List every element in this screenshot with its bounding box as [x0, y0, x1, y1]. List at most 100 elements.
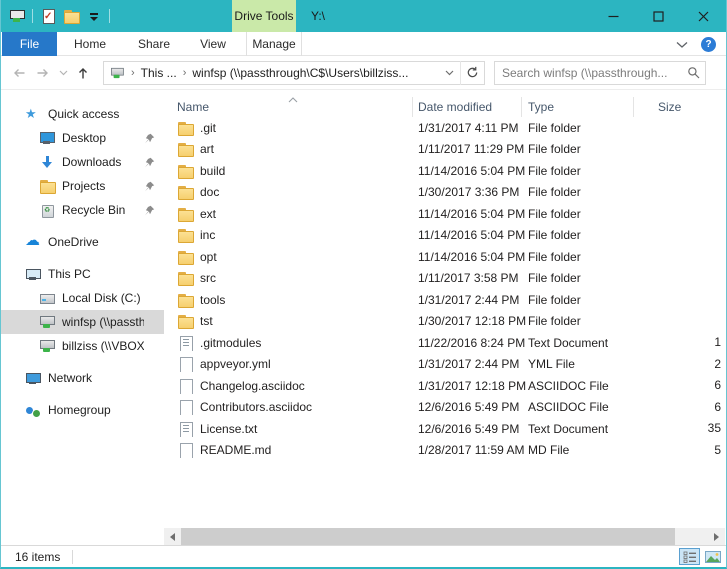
status-separator: [72, 550, 73, 564]
sidebar-item[interactable]: OneDrive: [1, 230, 164, 254]
ribbon-tab[interactable]: Share: [131, 32, 177, 56]
sidebar-item[interactable]: This PC: [1, 262, 164, 286]
up-button[interactable]: [71, 61, 95, 85]
maximize-button[interactable]: [636, 0, 681, 32]
file-list-pane: Name Date modified Type Size .git 1/31/2…: [164, 90, 726, 545]
sidebar-item[interactable]: Network: [1, 366, 164, 390]
sidebar-item[interactable]: Projects: [1, 174, 164, 198]
file-row[interactable]: build 11/14/2016 5:04 PM File folder: [164, 160, 726, 182]
back-button[interactable]: [7, 61, 31, 85]
file-name: art: [200, 142, 214, 156]
forward-button[interactable]: [31, 61, 55, 85]
expand-ribbon-chevron-icon[interactable]: [676, 41, 688, 48]
file-row[interactable]: License.txt 12/6/2016 5:49 PM Text Docum…: [164, 418, 726, 440]
file-type: MD File: [522, 443, 634, 457]
ribbon-tab[interactable]: Home: [67, 32, 113, 56]
breadcrumb-separator-icon: [177, 67, 193, 79]
file-name-cell: appveyor.yml: [164, 356, 413, 372]
file-row[interactable]: README.md 1/28/2017 11:59 AM MD File 5: [164, 440, 726, 462]
file-row[interactable]: tst 1/30/2017 12:18 PM File folder: [164, 311, 726, 333]
sidebar-item[interactable]: Downloads: [1, 150, 164, 174]
sidebar-item[interactable]: billziss (\\VBOXSVR): [1, 334, 164, 358]
sidebar-item[interactable]: Recycle Bin: [1, 198, 164, 222]
file-type-icon: [177, 335, 193, 351]
forward-arrow-icon: [35, 65, 51, 81]
recent-locations-button[interactable]: [55, 61, 71, 85]
sidebar-item[interactable]: winfsp (\\passthrou: [1, 310, 164, 334]
column-header-row: Name Date modified Type Size: [164, 90, 726, 117]
file-row[interactable]: src 1/11/2017 3:58 PM File folder: [164, 268, 726, 290]
file-date-modified: 12/6/2016 5:49 PM: [413, 400, 522, 414]
column-header-type[interactable]: Type: [522, 97, 634, 117]
window-controls: [591, 0, 726, 32]
sidebar-item[interactable]: Homegroup: [1, 398, 164, 422]
file-type-icon: [177, 120, 193, 136]
file-name: Contributors.asciidoc: [200, 400, 312, 414]
file-row[interactable]: appveyor.yml 1/31/2017 2:44 PM YML File …: [164, 354, 726, 376]
ribbon-right-controls: ?: [676, 33, 716, 55]
new-folder-icon[interactable]: [63, 8, 79, 24]
file-row[interactable]: ext 11/14/2016 5:04 PM File folder: [164, 203, 726, 225]
breadcrumb-root[interactable]: This ...: [141, 66, 177, 80]
file-row[interactable]: .git 1/31/2017 4:11 PM File folder: [164, 117, 726, 139]
search-input[interactable]: Search winfsp (\\passthrough...: [495, 66, 681, 80]
file-type-icon: [177, 313, 193, 329]
ribbon-tab-label: Home: [74, 37, 106, 51]
scroll-left-button[interactable]: [164, 528, 181, 545]
file-type-icon: [177, 270, 193, 286]
file-row[interactable]: art 1/11/2017 11:29 PM File folder: [164, 139, 726, 161]
column-header-date-modified[interactable]: Date modified: [413, 97, 522, 117]
file-name-cell: tools: [164, 292, 413, 308]
sidebar-item-label: Projects: [62, 179, 144, 193]
close-button[interactable]: [681, 0, 726, 32]
sidebar-item[interactable]: Desktop: [1, 126, 164, 150]
file-name-cell: src: [164, 270, 413, 286]
file-date-modified: 1/31/2017 4:11 PM: [413, 121, 522, 135]
file-row[interactable]: tools 1/31/2017 2:44 PM File folder: [164, 289, 726, 311]
contextual-tab-group-drive-tools[interactable]: Drive Tools: [232, 0, 296, 32]
ribbon-tab[interactable]: View: [192, 32, 234, 56]
file-name: appveyor.yml: [200, 357, 271, 371]
thumbnails-view-button[interactable]: [702, 548, 723, 565]
sidebar-item[interactable]: Quick access: [1, 102, 164, 126]
horizontal-scrollbar[interactable]: [164, 528, 725, 545]
address-bar[interactable]: This ... winfsp (\\passthrough\C$\Users\…: [103, 61, 485, 85]
search-icon[interactable]: [681, 66, 705, 79]
search-box[interactable]: Search winfsp (\\passthrough...: [494, 61, 706, 85]
file-date-modified: 1/31/2017 2:44 PM: [413, 357, 522, 371]
refresh-button[interactable]: [460, 61, 484, 85]
ribbon-tab[interactable]: Manage: [246, 32, 302, 56]
scroll-right-icon: [714, 533, 719, 541]
help-button[interactable]: ?: [701, 37, 716, 52]
file-row[interactable]: .gitmodules 11/22/2016 8:24 PM Text Docu…: [164, 332, 726, 354]
column-header-size[interactable]: Size: [634, 97, 681, 117]
file-type-icon: [177, 141, 193, 157]
file-row[interactable]: doc 1/30/2017 3:36 PM File folder: [164, 182, 726, 204]
scroll-right-button[interactable]: [708, 528, 725, 545]
file-name-cell: opt: [164, 249, 413, 265]
minimize-button[interactable]: [591, 0, 636, 32]
file-row[interactable]: inc 11/14/2016 5:04 PM File folder: [164, 225, 726, 247]
toolbar-separator: [109, 9, 110, 23]
scrollbar-thumb[interactable]: [181, 528, 675, 545]
file-type: File folder: [522, 207, 634, 221]
file-row[interactable]: Changelog.asciidoc 1/31/2017 12:18 PM AS…: [164, 375, 726, 397]
breadcrumb-current[interactable]: winfsp (\\passthrough\C$\Users\billziss.…: [192, 66, 408, 80]
details-view-button[interactable]: [679, 548, 700, 565]
sidebar-item-label: Quick access: [48, 107, 144, 121]
file-row[interactable]: Contributors.asciidoc 12/6/2016 5:49 PM …: [164, 397, 726, 419]
scrollbar-track[interactable]: [181, 528, 708, 545]
navigation-pane: Quick access Desktop Downloads: [1, 90, 164, 545]
sidebar-item-label: Downloads: [62, 155, 144, 169]
properties-icon[interactable]: [40, 8, 56, 24]
file-name-cell: tst: [164, 313, 413, 329]
file-size: 5: [714, 440, 721, 462]
system-menu-drive-icon[interactable]: [9, 8, 25, 24]
address-dropdown-button[interactable]: [438, 70, 460, 76]
file-type-icon: [177, 399, 193, 415]
file-row[interactable]: opt 11/14/2016 5:04 PM File folder: [164, 246, 726, 268]
sidebar-item[interactable]: Local Disk (C:): [1, 286, 164, 310]
file-type: File folder: [522, 121, 634, 135]
customize-toolbar-dropdown-icon[interactable]: [86, 8, 102, 24]
ribbon-tab[interactable]: File: [2, 32, 57, 56]
